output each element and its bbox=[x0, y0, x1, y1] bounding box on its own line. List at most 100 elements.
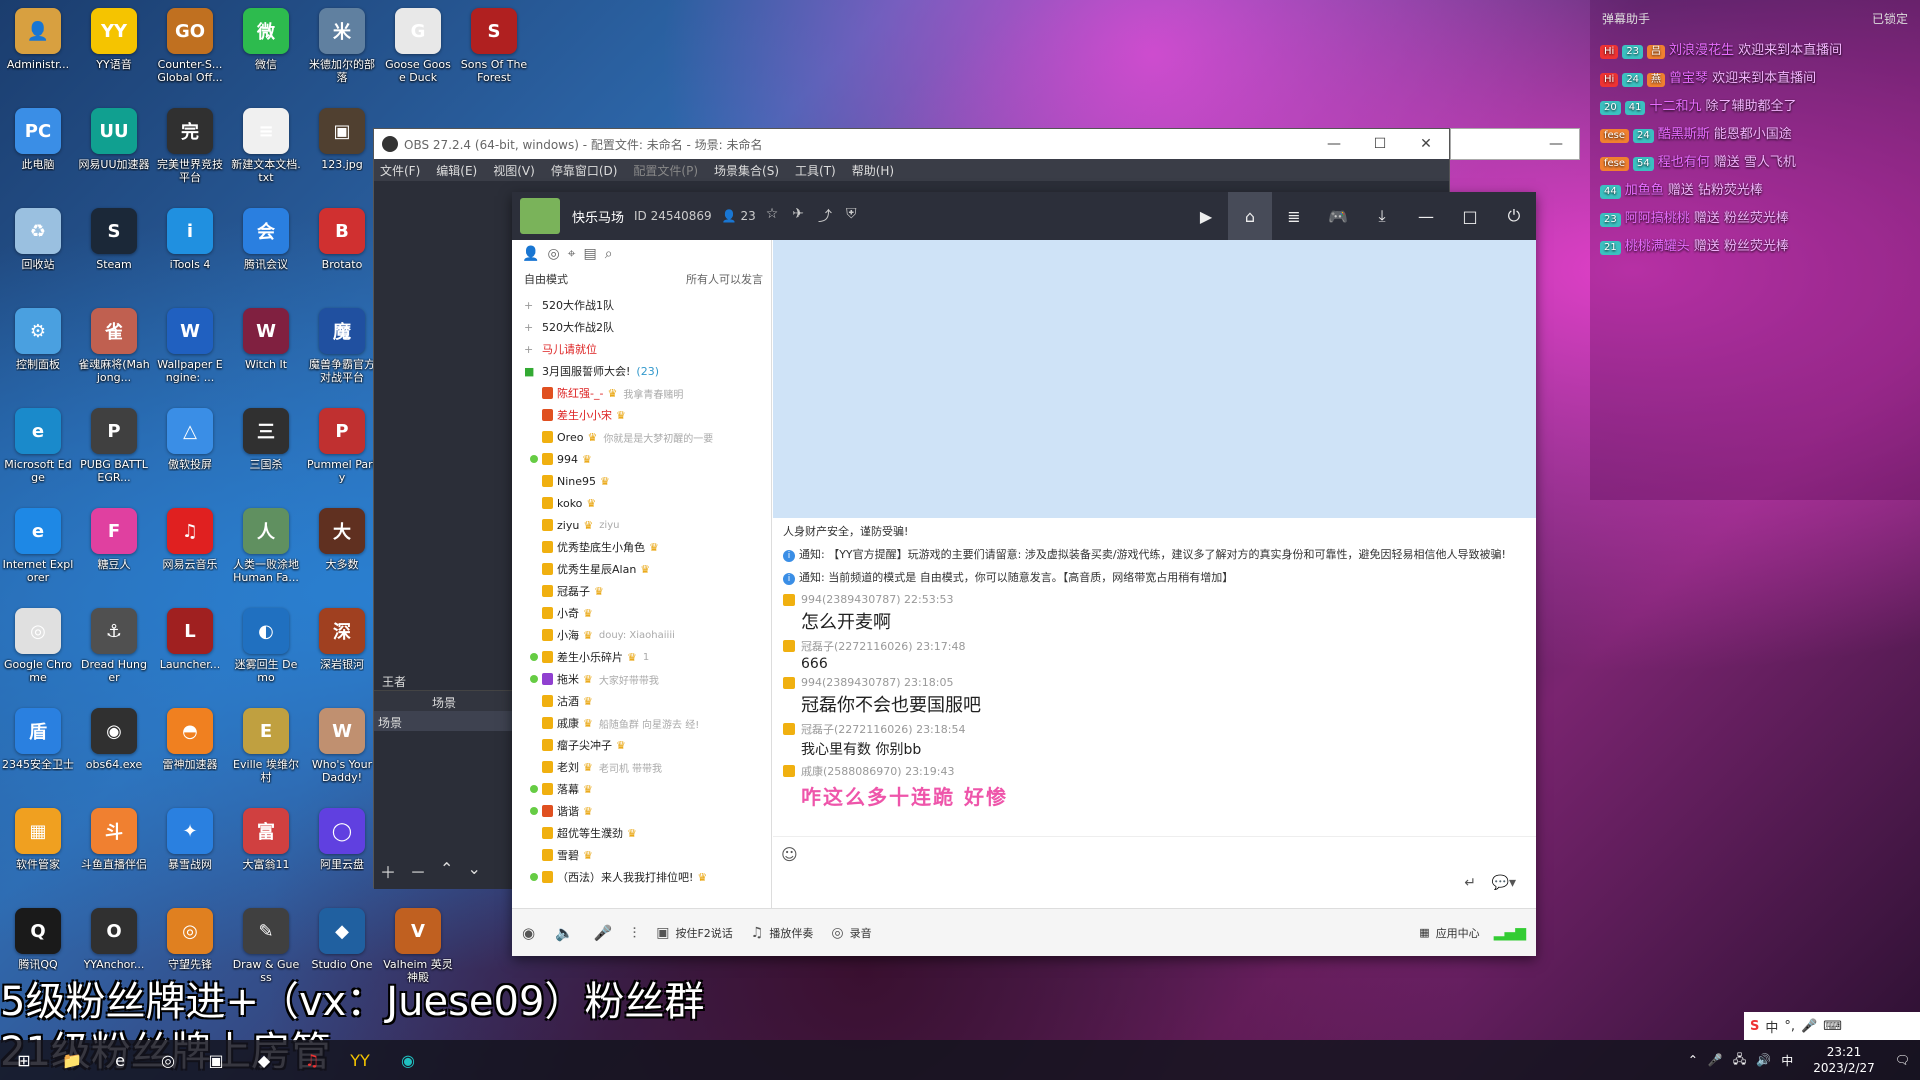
danmu-locked[interactable]: 已锁定 bbox=[1872, 10, 1908, 27]
desktop-icon[interactable]: 人人类一败涂地 Human Fa... bbox=[230, 502, 302, 598]
tray-volume-icon[interactable]: 🔊 bbox=[1756, 1053, 1771, 1067]
expand-icon[interactable]: + bbox=[524, 343, 534, 356]
expand-icon[interactable]: + bbox=[524, 299, 534, 312]
taskbar-music-icon[interactable]: ♫ bbox=[288, 1040, 336, 1080]
video-area[interactable] bbox=[773, 240, 1536, 518]
home-icon[interactable]: ⌂ bbox=[1228, 192, 1272, 240]
emoji-icon[interactable]: ☺ bbox=[781, 845, 798, 864]
clock[interactable]: 23:21 2023/2/27 bbox=[1813, 1044, 1875, 1076]
message-header[interactable]: 冠磊子(2272116026) 23:18:54 bbox=[783, 721, 1526, 737]
member-item[interactable]: 小海 ♛ douy: Xiaohaiiii bbox=[512, 624, 771, 646]
member-item[interactable]: 994 ♛ bbox=[512, 448, 771, 470]
channel-avatar[interactable] bbox=[520, 198, 560, 234]
desktop-icon[interactable]: G Goose Goose Duck bbox=[382, 2, 454, 98]
desktop-icon[interactable]: ◉ obs64.exe bbox=[78, 702, 150, 798]
notification-icon[interactable]: 🗨 bbox=[1895, 1053, 1910, 1067]
desktop-icon[interactable]: ◓ 雷神加速器 bbox=[154, 702, 226, 798]
member-item[interactable]: koko ♛ bbox=[512, 492, 771, 514]
voice-icon[interactable]: 🎤 bbox=[1801, 1019, 1817, 1034]
desktop-icon[interactable]: ≡ 新建文本文档.txt bbox=[230, 102, 302, 198]
taskbar-game-icon[interactable]: ◆ bbox=[240, 1040, 288, 1080]
desktop-icon[interactable]: 三三国杀 bbox=[230, 402, 302, 498]
member-item[interactable]: 戚康 ♛ 船随鱼群 向星游去 经! bbox=[512, 712, 771, 734]
member-item[interactable]: 谐谐 ♛ bbox=[512, 800, 771, 822]
desktop-icon[interactable]: 米米德加尔的部落 bbox=[306, 2, 378, 98]
desktop-icon[interactable]: ◐ 迷雾回生 Demo bbox=[230, 602, 302, 698]
desktop-icon[interactable]: 完完美世界竞技平台 bbox=[154, 102, 226, 198]
desktop-icon[interactable]: P Pummel Party bbox=[306, 402, 378, 498]
taskbar-chrome-icon[interactable]: ◎ bbox=[144, 1040, 192, 1080]
member-item[interactable]: 优秀垫底生小角色 ♛ bbox=[512, 536, 771, 558]
member-item[interactable]: 冠磊子 ♛ bbox=[512, 580, 771, 602]
member-item[interactable]: 差生小乐碎片 ♛ 1 bbox=[512, 646, 771, 668]
member-item[interactable]: 雪碧 ♛ bbox=[512, 844, 771, 866]
member-item[interactable]: 小奇 ♛ bbox=[512, 602, 771, 624]
chat-icon[interactable]: ◎ bbox=[547, 246, 559, 262]
desktop-icon[interactable]: e Internet Explorer bbox=[2, 502, 74, 598]
member-item[interactable]: 差生小小宋 ♛ bbox=[512, 404, 771, 426]
chat-input[interactable]: ☺ ↵ 💬▾ bbox=[773, 836, 1536, 898]
equalizer-icon[interactable]: ⫶ bbox=[632, 924, 636, 942]
play-accompaniment-button[interactable]: ♫ 播放伴奏 bbox=[751, 925, 814, 941]
star-icon[interactable]: ☆ bbox=[766, 206, 779, 226]
desktop-icon[interactable]: YY YY语音 bbox=[78, 2, 150, 98]
minimize-button[interactable]: — bbox=[1311, 129, 1357, 159]
member-item[interactable]: 老刘 ♛ 老司机 带带我 bbox=[512, 756, 771, 778]
member-item[interactable]: 超优等生濮劲 ♛ bbox=[512, 822, 771, 844]
channel-item[interactable]: + 马儿请就位 bbox=[512, 338, 771, 360]
move-up-icon[interactable]: ⌃ bbox=[440, 859, 453, 883]
menu-profile[interactable]: 配置文件(P) bbox=[633, 162, 698, 179]
channel-item[interactable]: +520大作战1队 bbox=[512, 294, 771, 316]
taskbar-yy-icon[interactable]: YY bbox=[336, 1040, 384, 1080]
sogou-icon[interactable]: S bbox=[1750, 1019, 1759, 1034]
tray-chevron-icon[interactable]: ⌃ bbox=[1688, 1053, 1698, 1067]
desktop-icon[interactable]: 斗斗鱼直播伴侣 bbox=[78, 802, 150, 898]
add-scene-icon[interactable]: ＋ bbox=[380, 859, 396, 883]
menu-view[interactable]: 视图(V) bbox=[493, 162, 535, 179]
desktop-icon[interactable]: ♻ 回收站 bbox=[2, 202, 74, 298]
message-header[interactable]: 994(2389430787) 22:53:53 bbox=[783, 593, 1526, 606]
desktop-icon[interactable]: S Steam bbox=[78, 202, 150, 298]
send-icon[interactable]: ↵ bbox=[1464, 875, 1476, 891]
desktop-icon[interactable]: ⚙ 控制面板 bbox=[2, 302, 74, 398]
desktop-icon[interactable]: E Eville 埃维尔村 bbox=[230, 702, 302, 798]
desktop-icon[interactable]: B Brotato bbox=[306, 202, 378, 298]
main-channel[interactable]: ■ 3月国服誓师大会! (23) bbox=[512, 360, 771, 382]
start-button[interactable]: ⊞ bbox=[0, 1040, 48, 1080]
menu-edit[interactable]: 编辑(E) bbox=[436, 162, 477, 179]
menu-file[interactable]: 文件(F) bbox=[380, 162, 420, 179]
desktop-icon[interactable]: F 糖豆人 bbox=[78, 502, 150, 598]
message-header[interactable]: 冠磊子(2272116026) 23:17:48 bbox=[783, 638, 1526, 654]
member-item[interactable]: Nine95 ♛ bbox=[512, 470, 771, 492]
taskbar-edge-icon[interactable]: e bbox=[96, 1040, 144, 1080]
chat-options-icon[interactable]: 💬▾ bbox=[1492, 875, 1516, 891]
note-icon[interactable]: ▤ bbox=[584, 246, 597, 262]
desktop-icon[interactable]: 微微信 bbox=[230, 2, 302, 98]
video-icon[interactable]: ▶ bbox=[1184, 192, 1228, 240]
mode-label[interactable]: 自由模式 bbox=[524, 271, 568, 287]
location-icon[interactable]: ⌖ bbox=[568, 246, 576, 262]
desktop-icon[interactable]: W Wallpaper Engine: ... bbox=[154, 302, 226, 398]
desktop-icon[interactable]: e Microsoft Edge bbox=[2, 402, 74, 498]
message-header[interactable]: 戚康(2588086970) 23:19:43 bbox=[783, 763, 1526, 779]
close-button[interactable]: ✕ bbox=[1403, 129, 1449, 159]
member-item[interactable]: ziyu ♛ ziyu bbox=[512, 514, 771, 536]
taskbar-explorer-icon[interactable]: 📁 bbox=[48, 1040, 96, 1080]
desktop-icon[interactable]: 富大富翁11 bbox=[230, 802, 302, 898]
power-icon[interactable]: ⏻ bbox=[1492, 192, 1536, 240]
gamepad-icon[interactable]: 🎮 bbox=[1316, 192, 1360, 240]
desktop-icon[interactable]: 雀雀魂麻将(Mahjong... bbox=[78, 302, 150, 398]
desktop-icon[interactable]: S Sons Of The Forest bbox=[458, 2, 530, 98]
desktop-icon[interactable]: 魔魔兽争霸官方对战平台 bbox=[306, 302, 378, 398]
ime-mode[interactable]: 中 bbox=[1765, 1017, 1778, 1036]
share-icon[interactable]: ⤴ bbox=[818, 206, 832, 226]
desktop-icon[interactable]: ▣ 123.jpg bbox=[306, 102, 378, 198]
desktop-icon[interactable]: L Launcher... bbox=[154, 602, 226, 698]
menu-help[interactable]: 帮助(H) bbox=[852, 162, 894, 179]
shield-icon[interactable]: ⛨ bbox=[846, 206, 857, 226]
desktop-icon[interactable]: PC 此电脑 bbox=[2, 102, 74, 198]
yy-logo-icon[interactable]: ◉ bbox=[522, 924, 535, 942]
channel-item[interactable]: +520大作战2队 bbox=[512, 316, 771, 338]
move-down-icon[interactable]: ⌄ bbox=[467, 859, 480, 883]
punct-icon[interactable]: °, bbox=[1784, 1019, 1795, 1034]
